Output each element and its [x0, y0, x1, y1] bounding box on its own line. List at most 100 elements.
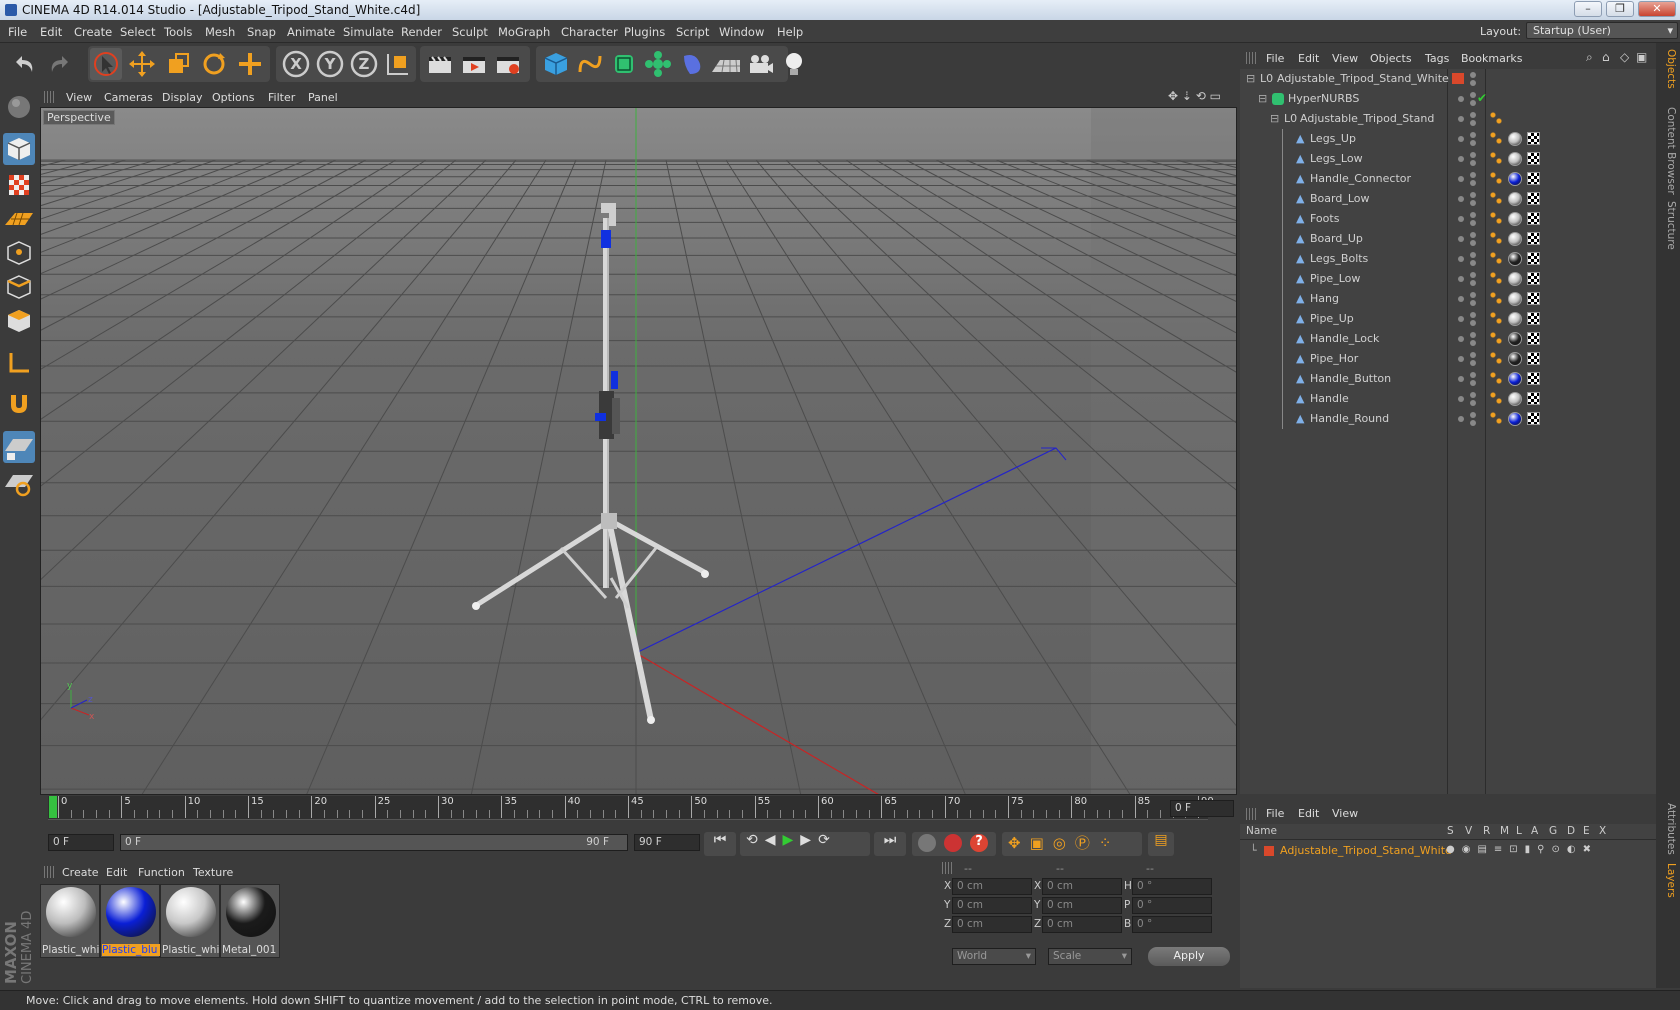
object-row[interactable]: ▲ Foots	[1240, 209, 1656, 229]
deformer-icon[interactable]	[676, 48, 708, 80]
select-arrow-icon[interactable]	[90, 48, 122, 80]
render-dot[interactable]	[1470, 80, 1476, 86]
uvw-tag-icon[interactable]	[1527, 352, 1540, 365]
camera-icon[interactable]	[744, 48, 776, 80]
editor-dot[interactable]	[1458, 296, 1464, 302]
editor-dot[interactable]	[1458, 116, 1464, 122]
uvw-tag-icon[interactable]	[1527, 292, 1540, 305]
material-tag-icon[interactable]	[1508, 252, 1522, 266]
workplane-icon[interactable]	[3, 203, 35, 235]
coord-value-field[interactable]: 0 °	[1132, 897, 1212, 914]
coord-value-field[interactable]: 0 cm	[1042, 916, 1122, 933]
phong-tag-icon[interactable]	[1490, 112, 1502, 124]
render-dot[interactable]	[1470, 300, 1476, 306]
visibility-dot[interactable]	[1470, 332, 1476, 338]
render-dot[interactable]	[1470, 220, 1476, 226]
layer-column-header[interactable]: L	[1516, 825, 1522, 837]
phong-tag-icon[interactable]	[1490, 132, 1502, 144]
material-tag-icon[interactable]	[1508, 372, 1522, 386]
editor-dot[interactable]	[1458, 416, 1464, 422]
uvw-tag-icon[interactable]	[1527, 372, 1540, 385]
render-dot[interactable]	[1470, 200, 1476, 206]
viewport-menu-panel[interactable]: Panel	[308, 91, 338, 104]
menu-tools[interactable]: Tools	[164, 25, 192, 39]
visibility-dot[interactable]	[1470, 412, 1476, 418]
key-rotation-icon[interactable]: ◎	[1053, 834, 1075, 852]
uvw-tag-icon[interactable]	[1527, 392, 1540, 405]
material-tag-icon[interactable]	[1508, 212, 1522, 226]
layer-column-header[interactable]: R	[1483, 825, 1490, 837]
visibility-dot[interactable]	[1470, 252, 1476, 258]
scale-icon[interactable]	[162, 48, 194, 80]
go-to-start-icon[interactable]: ⏮	[704, 832, 736, 856]
editor-dot[interactable]	[1458, 176, 1464, 182]
uvw-tag-icon[interactable]	[1527, 232, 1540, 245]
editor-dot[interactable]	[1458, 236, 1464, 242]
material-tag-icon[interactable]	[1508, 392, 1522, 406]
coord-system-select[interactable]: World ▾	[952, 948, 1036, 965]
menu-mograph[interactable]: MoGraph	[498, 25, 550, 39]
x-axis-icon[interactable]: X	[280, 48, 312, 80]
material-swatch[interactable]: Plastic_whi	[40, 884, 100, 958]
timeline-ruler[interactable]: 051015202530354045505560657075808590 0 F	[40, 796, 1237, 826]
side-tab-content-browser[interactable]: Content Browser	[1659, 107, 1677, 195]
menu-script[interactable]: Script	[676, 25, 709, 39]
phong-tag-icon[interactable]	[1490, 312, 1502, 324]
z-axis-icon[interactable]: Z	[348, 48, 380, 80]
editor-dot[interactable]	[1458, 336, 1464, 342]
prev-frame-icon[interactable]: ◀	[765, 832, 783, 848]
material-tag-icon[interactable]	[1508, 272, 1522, 286]
render-picture-viewer-icon[interactable]	[458, 48, 490, 80]
layer-column-header[interactable]: X	[1599, 825, 1606, 837]
layer-column-header[interactable]: G	[1549, 825, 1557, 837]
key-position-icon[interactable]: ✥	[1008, 834, 1030, 852]
light-icon[interactable]	[778, 48, 810, 80]
material-tag-icon[interactable]	[1508, 332, 1522, 346]
coord-value-field[interactable]: 0 °	[1132, 878, 1212, 895]
layout-select[interactable]: Startup (User) ▾	[1526, 22, 1678, 39]
layer-row[interactable]: └ Adjustable_Tripod_Stand_White ●◉▤≡⊡▮⚲⊙…	[1240, 842, 1656, 860]
start-frame-field[interactable]: 0 F	[48, 834, 114, 851]
render-dot[interactable]	[1470, 400, 1476, 406]
phong-tag-icon[interactable]	[1490, 332, 1502, 344]
object-row[interactable]: ▲ Hang	[1240, 289, 1656, 309]
undo-icon[interactable]	[8, 48, 40, 80]
make-editable-icon[interactable]	[3, 91, 35, 123]
uvw-tag-icon[interactable]	[1527, 212, 1540, 225]
phong-tag-icon[interactable]	[1490, 252, 1502, 264]
menu-select[interactable]: Select	[120, 25, 155, 39]
key-type-group[interactable]: ✥▣◎Ⓟ⁘	[1002, 832, 1142, 856]
phong-tag-icon[interactable]	[1490, 352, 1502, 364]
editor-dot[interactable]	[1458, 356, 1464, 362]
object-row-root[interactable]: ⊟ L0 Adjustable_Tripod_Stand_White	[1240, 69, 1656, 89]
edges-mode-icon[interactable]	[3, 271, 35, 303]
timeline-icon[interactable]: ▤	[1148, 832, 1174, 856]
phong-tag-icon[interactable]	[1490, 232, 1502, 244]
play-icon[interactable]: ▶	[783, 832, 801, 848]
phong-tag-icon[interactable]	[1490, 192, 1502, 204]
render-dot[interactable]	[1470, 140, 1476, 146]
viewport-menu-view[interactable]: View	[66, 91, 92, 104]
phong-tag-icon[interactable]	[1490, 392, 1502, 404]
object-row[interactable]: ▲ Board_Up	[1240, 229, 1656, 249]
visibility-dot[interactable]	[1470, 72, 1476, 78]
render-view-icon[interactable]	[424, 48, 456, 80]
editor-dot[interactable]	[1458, 256, 1464, 262]
editor-dot[interactable]	[1458, 136, 1464, 142]
editor-dot[interactable]	[1458, 156, 1464, 162]
editor-dot[interactable]	[1458, 316, 1464, 322]
visibility-dot[interactable]	[1470, 372, 1476, 378]
lock-workplane-icon[interactable]	[3, 431, 35, 463]
object-row[interactable]: ▲ Handle_Lock	[1240, 329, 1656, 349]
floor-icon[interactable]	[710, 48, 742, 80]
visibility-dot[interactable]	[1470, 232, 1476, 238]
layer-expand-icon[interactable]: └	[1250, 844, 1257, 857]
viewport-nav-icons[interactable]: ✥ ⇣ ⟲ ▭	[1168, 89, 1221, 103]
menu-help[interactable]: Help	[777, 25, 803, 39]
render-dot[interactable]	[1470, 260, 1476, 266]
editor-dot[interactable]	[1458, 396, 1464, 402]
model-mode-icon[interactable]	[3, 133, 35, 165]
add-icon[interactable]	[234, 48, 266, 80]
material-tag-icon[interactable]	[1508, 292, 1522, 306]
layer-column-header[interactable]: M	[1500, 825, 1509, 837]
